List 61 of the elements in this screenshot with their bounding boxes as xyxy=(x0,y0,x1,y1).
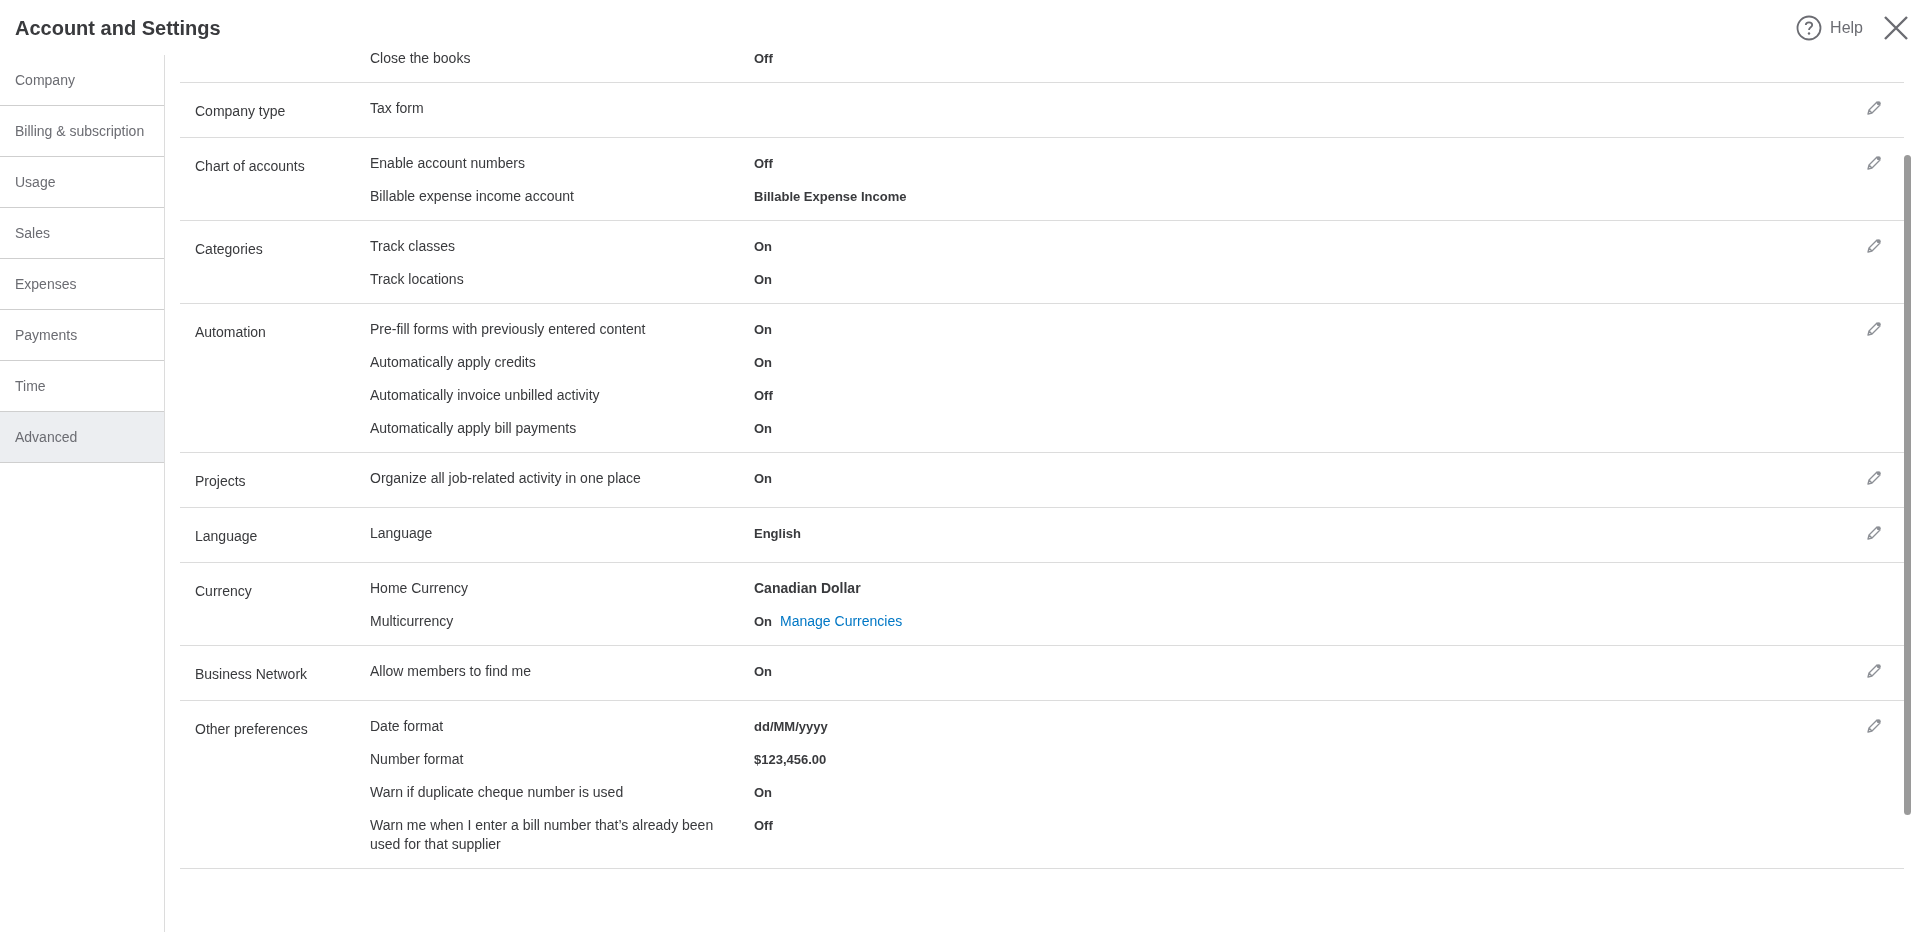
section-label: Currency xyxy=(195,583,252,599)
setting-value: On xyxy=(754,271,773,289)
setting-label: Automatically apply credits xyxy=(370,353,537,372)
page-title: Account and Settings xyxy=(15,15,221,41)
setting-label: Organize all job-related activity in one place xyxy=(370,469,642,488)
pencil-icon[interactable] xyxy=(1865,99,1883,117)
setting-value: Off xyxy=(754,155,773,173)
setting-value: On xyxy=(754,420,773,438)
setting-value: On xyxy=(754,470,773,488)
section-label: Projects xyxy=(195,473,246,489)
setting-value: Off xyxy=(754,387,773,405)
setting-label: Language xyxy=(370,524,434,543)
setting-value: $123,456.00 xyxy=(754,751,827,769)
section-label: Language xyxy=(195,528,258,544)
setting-value: On xyxy=(754,613,773,631)
setting-label: Multicurrency xyxy=(370,612,455,631)
section-label: Business Network xyxy=(195,666,308,682)
setting-value: On xyxy=(754,784,773,802)
section-label: Other preferences xyxy=(195,721,308,737)
pencil-icon[interactable] xyxy=(1865,469,1883,487)
setting-label: Automatically invoice unbilled activity xyxy=(370,386,601,405)
sidebar-item[interactable]: Advanced xyxy=(0,412,164,463)
setting-label: Home Currency xyxy=(370,579,470,598)
manage-currencies-link[interactable]: Manage Currencies xyxy=(780,612,903,631)
setting-label: Allow members to find me xyxy=(370,662,533,681)
pencil-icon[interactable] xyxy=(1865,154,1883,172)
setting-value: dd/MM/yyyy xyxy=(754,718,828,736)
setting-value: Billable Expense Income xyxy=(754,188,907,206)
section-label: Company type xyxy=(195,103,286,119)
setting-label: Number format xyxy=(370,750,465,769)
pencil-icon[interactable] xyxy=(1865,320,1883,338)
setting-label: Track classes xyxy=(370,237,457,256)
setting-label: Enable account numbers xyxy=(370,154,526,173)
help-icon xyxy=(1796,14,1823,41)
setting-label: Automatically apply bill payments xyxy=(370,419,578,438)
pencil-icon[interactable] xyxy=(1865,524,1883,542)
pencil-icon[interactable] xyxy=(1865,717,1883,735)
setting-value: On xyxy=(754,321,773,339)
setting-label: Warn me when I enter a bill number that’s already been used for that supplier xyxy=(370,816,715,854)
section-label: Categories xyxy=(195,241,263,257)
section-label: Chart of accounts xyxy=(195,158,305,174)
setting-label: Warn if duplicate cheque number is used xyxy=(370,783,625,802)
help-button[interactable]: Help xyxy=(1796,14,1863,41)
section-label: Automation xyxy=(195,324,266,340)
close-icon[interactable] xyxy=(1883,14,1909,41)
pencil-icon[interactable] xyxy=(1865,237,1883,255)
setting-value: On xyxy=(754,663,773,681)
pencil-icon[interactable] xyxy=(1865,662,1883,680)
setting-value: Off xyxy=(754,817,773,835)
setting-label: Billable expense income account xyxy=(370,187,575,206)
setting-value: English xyxy=(754,525,801,543)
setting-label: Track locations xyxy=(370,270,465,289)
setting-label: Close the books xyxy=(370,49,472,68)
setting-label: Date format xyxy=(370,717,445,736)
setting-label: Tax form xyxy=(370,99,425,118)
setting-label: Pre-fill forms with previously entered content xyxy=(370,320,647,339)
setting-value: On xyxy=(754,238,773,256)
setting-value: On xyxy=(754,354,773,372)
setting-value: Off xyxy=(754,50,773,68)
scrollbar-thumb[interactable] xyxy=(1904,155,1911,815)
setting-value: Canadian Dollar xyxy=(754,579,861,598)
